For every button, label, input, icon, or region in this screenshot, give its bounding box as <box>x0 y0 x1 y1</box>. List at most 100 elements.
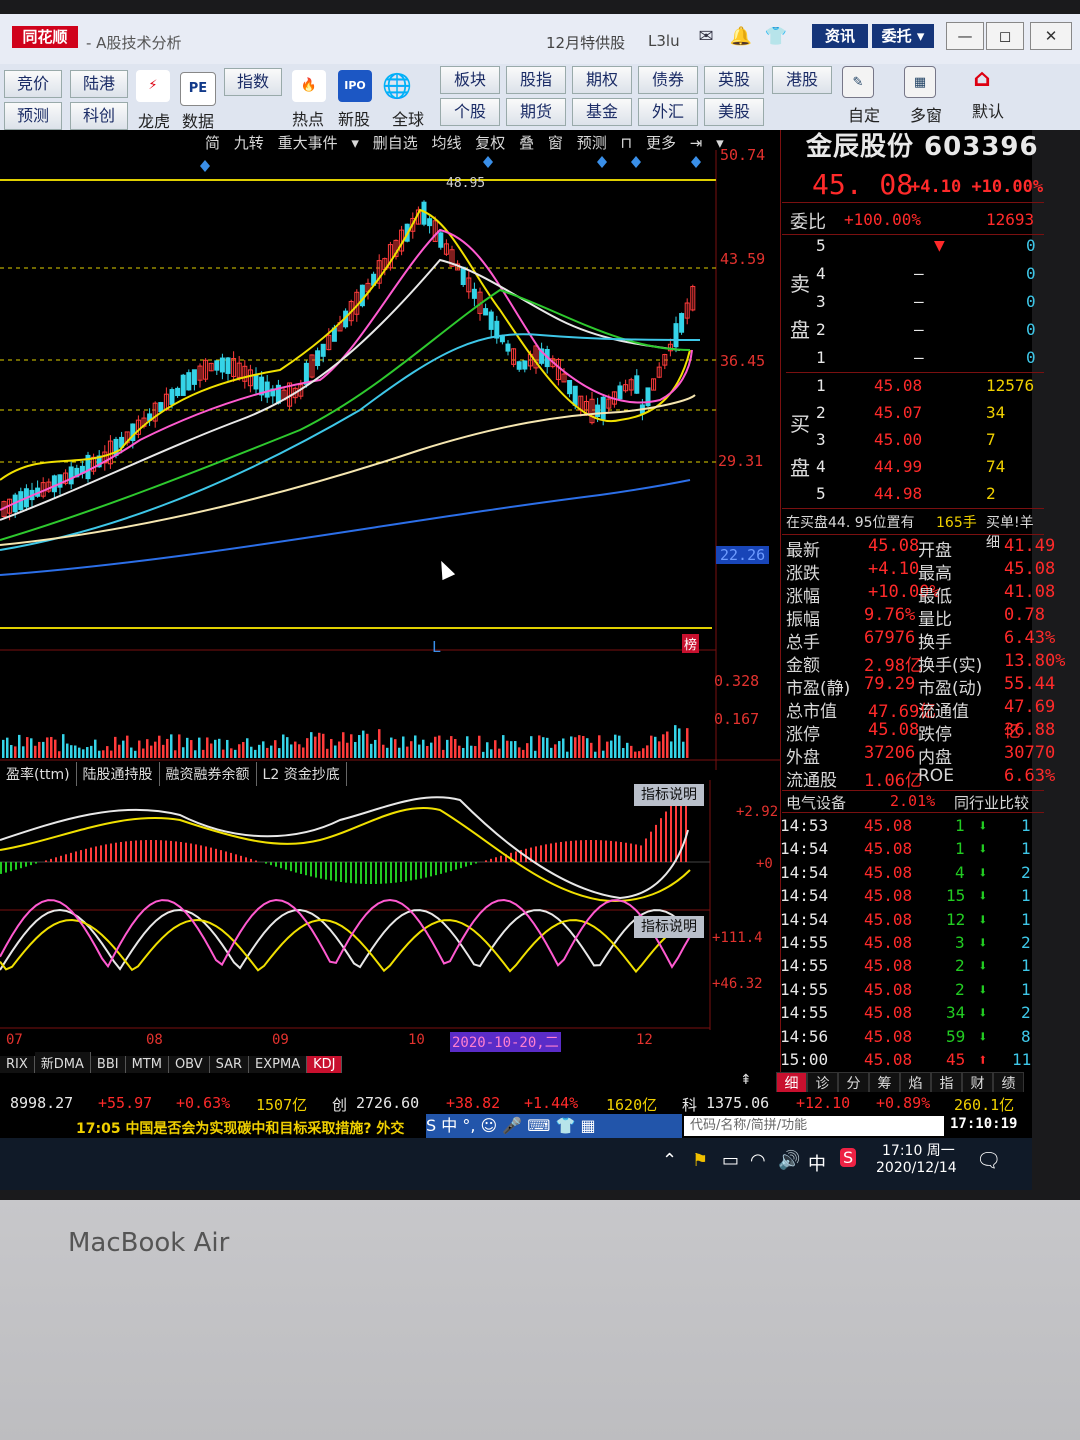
globe-icon[interactable]: 🌐 <box>380 70 414 102</box>
news-button[interactable]: 资讯 <box>812 24 868 48</box>
tab-finance[interactable]: 财 <box>962 1072 993 1094</box>
orderbook-row[interactable]: 2 — 0 <box>786 320 1044 344</box>
grid-uk-stocks[interactable]: 英股 <box>704 66 764 94</box>
grid-futures[interactable]: 期货 <box>506 98 566 126</box>
close-button[interactable]: ✕ <box>1030 22 1072 50</box>
custom-icon[interactable]: ✎ <box>842 66 874 98</box>
orderbook-row[interactable]: 50 <box>786 236 1044 260</box>
shirt-icon[interactable]: 👕 <box>763 26 789 48</box>
sector-compare[interactable]: 同行业比较 <box>954 792 1029 813</box>
volume-bar <box>326 748 329 758</box>
ipo-icon[interactable]: IPO <box>338 70 372 102</box>
stats-row: 涨停 45.08 跌停 36.88 <box>786 720 1055 745</box>
volume-bar <box>558 741 561 758</box>
taskbar-date[interactable]: 2020/12/14 <box>876 1160 957 1176</box>
tab-rix[interactable]: RIX <box>0 1056 35 1073</box>
tab-performance[interactable]: 绩 <box>993 1072 1024 1094</box>
ime-toolbar[interactable]: S 中 °, ☺ 🎤 ⌨ 👕 ▦ <box>426 1114 682 1138</box>
orderbook-row[interactable]: 1 — 0 <box>786 348 1044 372</box>
tab-sar[interactable]: SAR <box>209 1056 250 1073</box>
orderbook-row[interactable]: 5 44.98 2 <box>786 484 1044 508</box>
grid-options[interactable]: 期权 <box>572 66 632 94</box>
home-icon[interactable]: ⌂ <box>966 62 998 96</box>
mail-icon[interactable]: ✉ <box>693 26 719 48</box>
kc-index-value[interactable]: 1375.06 <box>706 1094 769 1112</box>
grid-bonds[interactable]: 债券 <box>638 66 698 94</box>
orderbook-row[interactable]: 4 44.99 74 <box>786 457 1044 481</box>
toolbar-hk-connect[interactable]: 陆港 <box>70 70 128 98</box>
volume-bar <box>286 737 289 758</box>
grid-hk-stocks[interactable]: 港股 <box>772 66 832 94</box>
grid-individual[interactable]: 个股 <box>440 98 500 126</box>
dragon-tiger-icon[interactable]: ⚡ <box>136 70 170 102</box>
orderbook-row[interactable]: 3 45.00 7 <box>786 430 1044 454</box>
tick-row: 14:54 45.08 12 ⬇ 1 <box>780 910 1044 934</box>
price-axis-label: 43.59 <box>720 250 766 268</box>
pe-data-icon[interactable]: PE <box>180 72 216 106</box>
tab-pe-ttm[interactable]: 盈率(ttm) <box>0 762 77 786</box>
indicator-help-button[interactable]: 指标说明 <box>634 916 704 938</box>
level-text[interactable]: L3lu <box>648 32 680 50</box>
tab-detail[interactable]: 细 <box>776 1072 807 1094</box>
taskbar-time[interactable]: 17:10 周一 <box>882 1140 955 1160</box>
tray-app-icon[interactable]: ⚑ <box>692 1150 708 1171</box>
order-button[interactable]: 委托 ▾ <box>872 24 934 48</box>
wifi-icon[interactable]: ◠ <box>750 1150 766 1171</box>
tab-margin-balance[interactable]: 融资融券余额 <box>160 762 257 786</box>
cy-index-value[interactable]: 2726.60 <box>356 1094 419 1112</box>
special-offer-text[interactable]: 12月特供股 <box>546 32 625 53</box>
grid-index[interactable]: 指数 <box>224 68 282 96</box>
tab-expma[interactable]: EXPMA <box>249 1056 308 1073</box>
grid-sector[interactable]: 板块 <box>440 66 500 94</box>
macd-bar <box>655 824 657 862</box>
arrow-down-icon: ⬇ <box>978 1026 988 1046</box>
tab-bbi[interactable]: BBI <box>90 1056 126 1073</box>
tab-dma[interactable]: 新DMA <box>34 1052 91 1073</box>
orderbook-row[interactable]: 3 — 0 <box>786 292 1044 316</box>
toolbar-forecast[interactable]: 预测 <box>4 102 62 130</box>
tab-obv[interactable]: OBV <box>168 1056 210 1073</box>
tray-chevron-icon[interactable]: ⌃ <box>662 1150 677 1171</box>
toolbar-star-market[interactable]: 科创 <box>70 102 128 130</box>
bell-icon[interactable]: 🔔 <box>728 26 754 48</box>
data-label: 数据 <box>182 112 215 131</box>
tab-kdj[interactable]: KDJ <box>307 1056 343 1073</box>
grid-us-stocks[interactable]: 美股 <box>704 98 764 126</box>
minimize-button[interactable]: — <box>946 22 984 50</box>
maximize-button[interactable]: ◻ <box>986 22 1024 50</box>
notification-icon[interactable]: 🗨 <box>976 1148 1001 1172</box>
volume-icon[interactable]: 🔊 <box>778 1150 800 1171</box>
tab-l2-fund-bottom[interactable]: L2 资金抄底 <box>257 762 347 786</box>
tick-time: 14:55 <box>780 956 829 976</box>
tab-chips[interactable]: 筹 <box>869 1072 900 1094</box>
grid-funds[interactable]: 基金 <box>572 98 632 126</box>
sh-index-value[interactable]: 8998.27 <box>10 1094 73 1112</box>
volume-bar <box>258 744 261 758</box>
grid-stock-index[interactable]: 股指 <box>506 66 566 94</box>
tab-index[interactable]: 指 <box>931 1072 962 1094</box>
hot-spot-icon[interactable]: 🔥 <box>292 70 326 102</box>
ime-indicator[interactable]: 中 <box>808 1150 826 1176</box>
news-ticker[interactable]: 17:05 中国是否会为实现碳中和目标采取措施? 外交 <box>76 1118 404 1138</box>
rank-badge[interactable]: 榜 <box>682 634 700 653</box>
indicator-help-button[interactable]: 指标说明 <box>634 784 704 806</box>
multi-window-icon[interactable]: ▦ <box>904 66 936 98</box>
collapse-icon[interactable]: ⇞ <box>740 1072 752 1088</box>
orderbook-row[interactable]: 4 — 0 <box>786 264 1044 288</box>
tab-minute[interactable]: 分 <box>838 1072 869 1094</box>
battery-icon[interactable]: ▭ <box>722 1150 739 1171</box>
orderbook-row[interactable]: 2 45.07 34 <box>786 403 1044 427</box>
macd-bar <box>585 840 587 862</box>
toolbar-auction[interactable]: 竞价 <box>4 70 62 98</box>
orderbook-row[interactable]: 1 45.08 12576 <box>786 376 1044 400</box>
tab-northbound-holdings[interactable]: 陆股通持股 <box>77 762 160 786</box>
sogou-icon[interactable]: S <box>840 1148 857 1167</box>
ma250-line <box>0 479 691 576</box>
tab-mtm[interactable]: MTM <box>125 1056 169 1073</box>
search-input[interactable]: 代码/名称/简拼/功能 <box>684 1116 944 1136</box>
volume-bar <box>218 738 221 758</box>
tab-flame[interactable]: 焰 <box>900 1072 931 1094</box>
stat-value: 6.43% <box>1004 628 1056 648</box>
tab-diagnose[interactable]: 诊 <box>807 1072 838 1094</box>
grid-forex[interactable]: 外汇 <box>638 98 698 126</box>
